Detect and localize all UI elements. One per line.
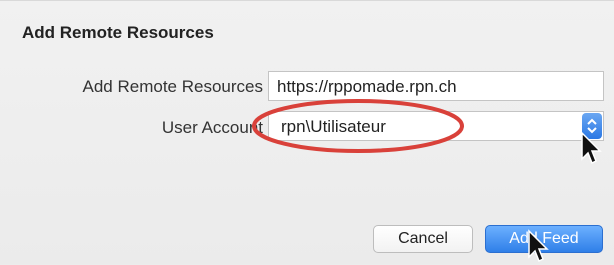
url-label: Add Remote Resources <box>82 77 263 96</box>
add-remote-resources-dialog: Add Remote Resources Add Remote Resource… <box>0 0 614 264</box>
updown-chevron-icon[interactable] <box>582 113 602 139</box>
add-feed-button[interactable]: Add Feed <box>485 225 603 253</box>
cancel-button[interactable]: Cancel <box>373 225 473 253</box>
dialog-title: Add Remote Resources <box>22 23 214 42</box>
user-account-value: rpn\Utilisateur <box>281 117 386 136</box>
user-account-select[interactable]: rpn\Utilisateur <box>268 111 604 141</box>
user-account-label: User Account <box>161 118 263 137</box>
url-input[interactable]: https://rppomade.rpn.ch <box>268 71 604 101</box>
